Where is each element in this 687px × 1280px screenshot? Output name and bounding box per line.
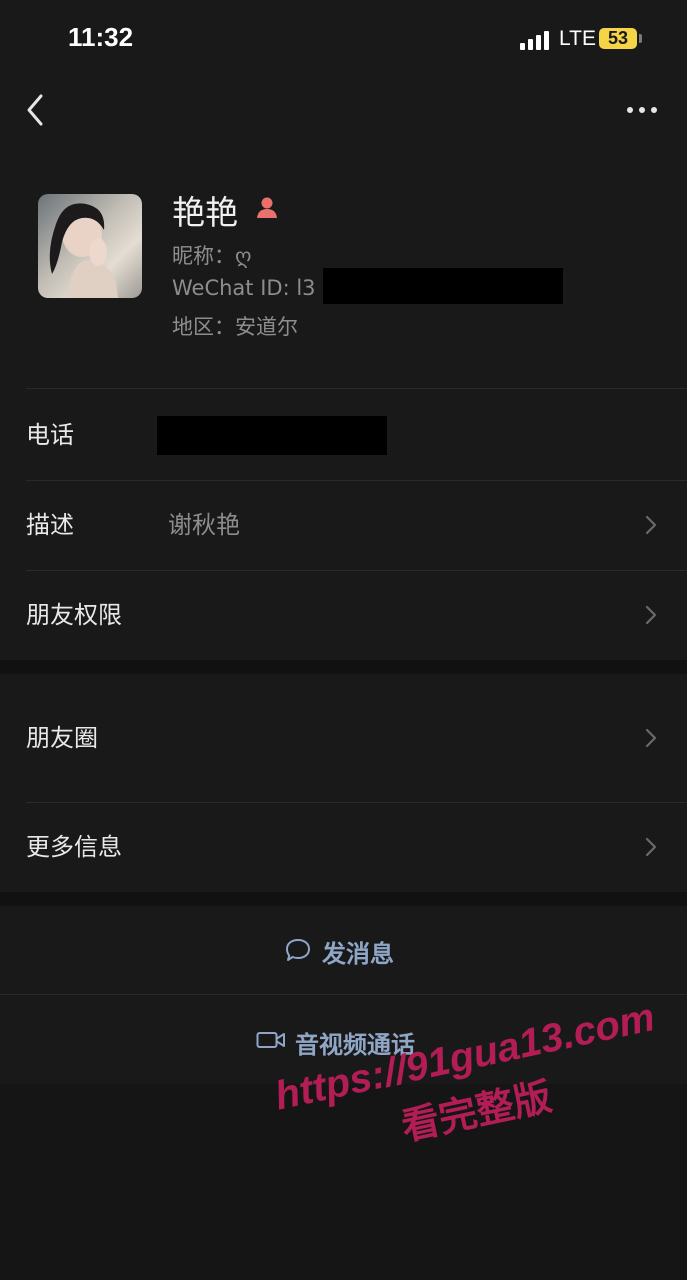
row-phone-label: 电话 bbox=[26, 421, 74, 449]
wechat-id: WeChat ID: l3 bbox=[172, 276, 316, 300]
battery-icon: 53 bbox=[599, 28, 637, 49]
avatar-photo bbox=[49, 203, 118, 298]
more-icon[interactable] bbox=[622, 98, 662, 122]
row-description-value: 谢秋艳 bbox=[168, 511, 240, 539]
chat-bubble-icon bbox=[286, 939, 310, 961]
send-message-label: 发消息 bbox=[322, 940, 394, 968]
send-message-button[interactable]: 发消息 bbox=[0, 906, 687, 994]
row-permissions-label: 朋友权限 bbox=[26, 601, 122, 629]
divider bbox=[26, 388, 687, 389]
chevron-right-icon bbox=[645, 605, 657, 625]
avatar[interactable] bbox=[38, 194, 142, 298]
row-more-info-label: 更多信息 bbox=[26, 833, 122, 861]
chevron-right-icon bbox=[645, 837, 657, 857]
redaction-bar bbox=[323, 268, 563, 304]
row-description-label: 描述 bbox=[26, 511, 74, 539]
back-icon[interactable] bbox=[22, 92, 52, 128]
row-more-info[interactable]: 更多信息 bbox=[0, 802, 687, 892]
section-gap bbox=[0, 660, 687, 674]
row-friend-permissions[interactable]: 朋友权限 bbox=[0, 570, 687, 660]
redaction-bar bbox=[157, 416, 387, 455]
row-moments[interactable]: 朋友圈 bbox=[0, 674, 687, 802]
profile-name: 艳艳 bbox=[172, 193, 238, 232]
row-description[interactable]: 描述 谢秋艳 bbox=[0, 480, 687, 570]
section-gap bbox=[0, 892, 687, 906]
chevron-right-icon bbox=[645, 728, 657, 748]
nickname: 昵称：ღ bbox=[172, 244, 252, 268]
signal-icon bbox=[520, 31, 549, 50]
status-bar: 11:32 LTE 53 bbox=[0, 0, 687, 80]
status-time: 11:32 bbox=[68, 22, 134, 52]
battery-tip bbox=[639, 34, 642, 43]
network-type: LTE bbox=[559, 27, 596, 50]
chevron-right-icon bbox=[645, 515, 657, 535]
row-phone[interactable]: 电话 bbox=[0, 390, 687, 480]
video-camera-icon bbox=[256, 1032, 285, 1048]
female-icon bbox=[257, 197, 277, 218]
row-moments-label: 朋友圈 bbox=[26, 724, 98, 752]
region: 地区：安道尔 bbox=[172, 315, 298, 339]
